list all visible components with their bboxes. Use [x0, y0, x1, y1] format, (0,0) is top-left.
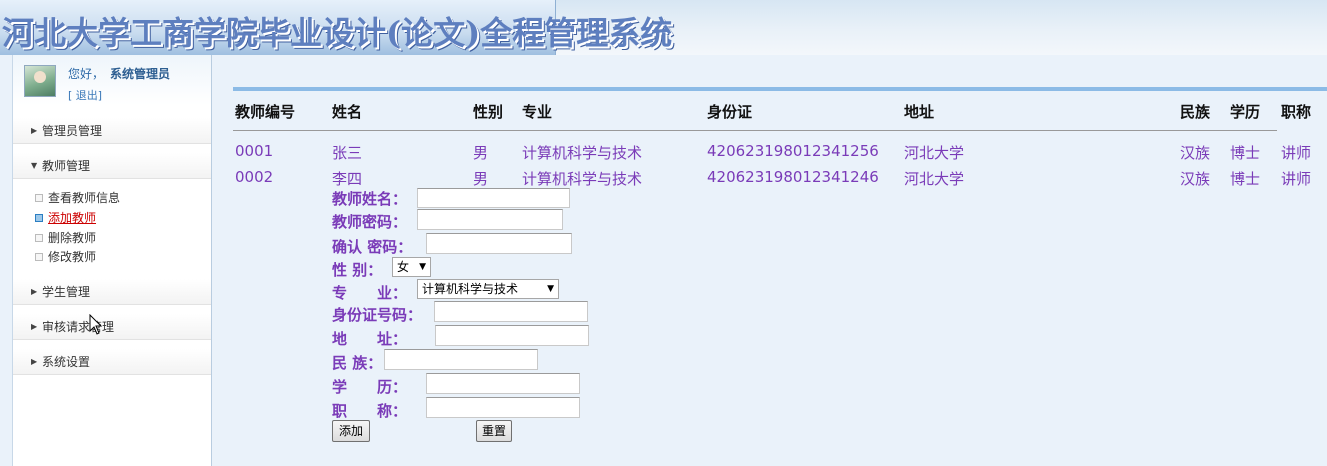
menu-system-settings[interactable]: ▶ 系统设置	[13, 349, 211, 375]
teacher-password-input[interactable]	[417, 209, 563, 230]
reset-button[interactable]: 重置	[476, 420, 512, 442]
confirm-password-input[interactable]	[426, 233, 572, 254]
cell-id-card: 420623198012341256	[707, 142, 879, 160]
arrow-right-icon: ▶	[31, 357, 38, 366]
col-header-address: 地址	[904, 103, 935, 121]
confirm-password-label: 确认 密码：	[332, 238, 413, 256]
col-header-gender: 性别	[473, 103, 504, 121]
cell-gender: 男	[473, 170, 489, 188]
cell-title: 讲师	[1281, 144, 1312, 162]
menu-label: 教师管理	[42, 159, 91, 173]
col-header-ethnicity: 民族	[1180, 103, 1211, 121]
system-title: 河北大学工商学院毕业设计(论文)全程管理系统	[2, 14, 673, 52]
cell-teacher-id: 0002	[235, 168, 274, 186]
cell-major: 计算机科学与技术	[522, 144, 643, 162]
bullet-icon	[35, 194, 43, 202]
bullet-icon	[35, 214, 43, 222]
header: 河北大学工商学院毕业设计(论文)全程管理系统	[0, 0, 1327, 55]
arrow-right-icon: ▶	[31, 322, 38, 331]
user-name: 系统管理员	[110, 67, 171, 81]
menu-label: 审核请求管理	[42, 320, 115, 334]
table-header: 教师编号 姓名 性别 专业 身份证 地址 民族 学历 职称	[235, 97, 1327, 129]
submenu-modify-teacher[interactable]: 修改教师	[35, 248, 96, 266]
cell-major: 计算机科学与技术	[522, 170, 643, 188]
major-select[interactable]: 计算机科学与技术 ▼	[417, 279, 559, 299]
arrow-down-icon: ▼	[31, 161, 38, 170]
submenu-add-teacher[interactable]: 添加教师	[35, 209, 96, 227]
education-input[interactable]	[426, 373, 580, 394]
submenu-label: 查看教师信息	[48, 191, 121, 205]
submenu-view-teachers[interactable]: 查看教师信息	[35, 189, 120, 207]
major-label: 专 业：	[332, 284, 408, 302]
gender-label: 性 别：	[332, 261, 383, 279]
title-label: 职 称：	[332, 402, 408, 420]
sidebar: 您好， 系统管理员 [ 退出] ▶ 管理员管理 ▼ 教师管理 查看教师信息 添加教…	[12, 55, 212, 466]
col-header-id-card: 身份证	[707, 103, 753, 121]
logout-link[interactable]: [ 退出]	[68, 87, 102, 103]
chevron-down-icon: ▼	[547, 284, 554, 294]
cell-address: 河北大学	[904, 144, 965, 162]
table-row: 0001 张三 男 计算机科学与技术 420623198012341256 河北…	[235, 142, 1327, 166]
cell-education: 博士	[1230, 170, 1261, 188]
arrow-right-icon: ▶	[31, 287, 38, 296]
user-panel: 您好， 系统管理员 [ 退出]	[13, 55, 211, 105]
major-select-value: 计算机科学与技术	[422, 282, 519, 296]
title-input[interactable]	[426, 397, 580, 418]
add-button[interactable]: 添加	[332, 420, 370, 442]
cell-name: 李四	[332, 170, 363, 188]
menu-teacher-management[interactable]: ▼ 教师管理	[13, 153, 211, 179]
menu-admin-management[interactable]: ▶ 管理员管理	[13, 118, 211, 144]
education-label: 学 历：	[332, 378, 408, 396]
submenu-label: 修改教师	[48, 250, 97, 264]
menu-label: 学生管理	[42, 285, 91, 299]
submenu-label: 删除教师	[48, 231, 97, 245]
cell-education: 博士	[1230, 144, 1261, 162]
app-window: 河北大学工商学院毕业设计(论文)全程管理系统 您好， 系统管理员 [ 退出] ▶ …	[0, 0, 1327, 466]
cell-ethnicity: 汉族	[1180, 170, 1211, 188]
col-header-major: 专业	[522, 103, 553, 121]
menu-student-management[interactable]: ▶ 学生管理	[13, 279, 211, 305]
menu-label: 管理员管理	[42, 124, 103, 138]
col-header-name: 姓名	[332, 103, 363, 121]
cell-gender: 男	[473, 144, 489, 162]
col-header-title: 职称	[1281, 103, 1312, 121]
main-content: 教师编号 姓名 性别 专业 身份证 地址 民族 学历 职称 0001 张三 男 …	[213, 55, 1327, 466]
submenu-delete-teacher[interactable]: 删除教师	[35, 229, 96, 247]
gender-select-value: 女	[397, 260, 410, 274]
password-label: 教师密码：	[332, 213, 408, 231]
col-header-teacher-id: 教师编号	[235, 103, 296, 121]
mouse-cursor-icon	[89, 314, 103, 335]
teacher-name-input[interactable]	[417, 188, 570, 208]
bullet-icon	[35, 234, 43, 242]
col-header-education: 学历	[1230, 103, 1261, 121]
cell-id-card: 420623198012341246	[707, 168, 879, 186]
gender-select[interactable]: 女 ▼	[392, 257, 431, 277]
banner: 河北大学工商学院毕业设计(论文)全程管理系统	[0, 0, 672, 55]
address-input[interactable]	[435, 325, 589, 346]
submenu-label: 添加教师	[48, 211, 97, 225]
address-label: 地 址：	[332, 330, 408, 348]
table-header-divider	[233, 130, 1277, 131]
avatar	[24, 65, 56, 97]
id-card-label: 身份证号码：	[332, 306, 423, 324]
ethnicity-input[interactable]	[384, 349, 538, 370]
ethnicity-label: 民 族：	[332, 354, 383, 372]
cell-ethnicity: 汉族	[1180, 144, 1211, 162]
id-card-input[interactable]	[434, 301, 588, 322]
greeting-text: 您好，	[68, 67, 105, 81]
name-label: 教师姓名：	[332, 190, 408, 208]
cell-name: 张三	[332, 144, 363, 162]
chevron-down-icon: ▼	[419, 262, 426, 272]
cell-title: 讲师	[1281, 170, 1312, 188]
menu-label: 系统设置	[42, 355, 91, 369]
cell-teacher-id: 0001	[235, 142, 274, 160]
greeting: 您好， 系统管理员	[68, 65, 170, 82]
cell-address: 河北大学	[904, 170, 965, 188]
arrow-right-icon: ▶	[31, 126, 38, 135]
content-top-bar	[233, 87, 1327, 91]
menu-review-requests[interactable]: ▶ 审核请求管理	[13, 314, 211, 340]
bullet-icon	[35, 253, 43, 261]
